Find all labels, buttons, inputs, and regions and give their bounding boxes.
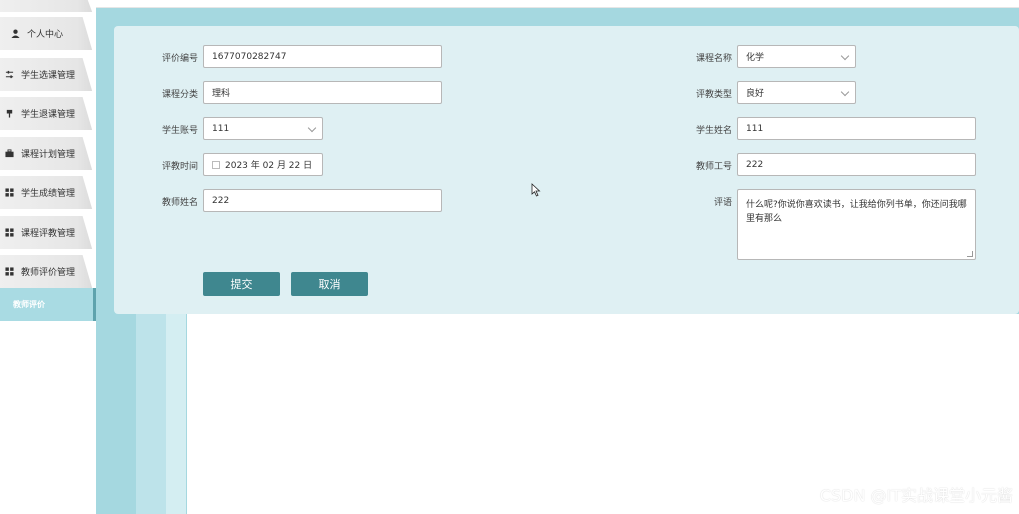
sidebar-item-label: 课程评教管理 [21,229,76,239]
course-name-select[interactable]: 化学 [737,45,856,68]
course-category-input[interactable]: 理科 [203,81,442,104]
sidebar-item-label: 个人中心 [27,30,64,40]
cancel-button[interactable]: 取消 [291,272,368,296]
watermark: CSDN @IT实战课堂小元酱 [819,486,1013,505]
grid-icon [4,188,14,198]
student-name-label: 学生姓名 [695,126,732,136]
calendar-icon [212,160,220,169]
comment-label: 评语 [713,198,732,208]
eval-type-label: 评教类型 [695,90,732,100]
sidebar-item-label: 课程计划管理 [21,150,76,160]
sliders-icon [4,70,14,80]
user-icon [10,29,20,39]
sidebar-item-label: 教师评价 [13,300,45,309]
sidebar-item-top[interactable] [0,0,93,12]
sidebar-item-label: 学生选课管理 [21,71,76,81]
student-account-label: 学生账号 [161,126,198,136]
sidebar-item-grades[interactable]: 学生成绩管理 [0,176,93,209]
grid-icon [4,228,14,238]
sidebar-item-label: 教师评价管理 [21,268,76,278]
teacher-name-label: 教师姓名 [161,198,198,208]
sidebar-item-course-drop[interactable]: 学生退课管理 [0,97,93,130]
eval-no-label: 评价编号 [161,54,198,64]
sidebar-item-teacher-eval-mgmt[interactable]: 教师评价管理 [0,255,93,288]
student-name-input[interactable]: 111 [737,117,976,140]
sidebar-item-course-eval[interactable]: 课程评教管理 [0,216,93,249]
sidebar-item-personal-center[interactable]: 个人中心 [0,17,93,50]
course-category-label: 课程分类 [161,90,198,100]
submit-button[interactable]: 提交 [203,272,280,296]
teacher-name-input[interactable]: 222 [203,189,442,212]
sidebar-item-label: 学生退课管理 [21,110,76,120]
comment-textarea[interactable]: 什么呢?你说你喜欢读书，让我给你列书单，你还问我哪里有那么 [737,189,976,260]
chevron-down-icon [307,123,317,133]
eval-time-label: 评教时间 [161,162,198,172]
mouse-cursor-icon [531,183,541,197]
student-account-value: 111 [212,123,230,134]
sidebar-item-teacher-eval[interactable]: 教师评价 [0,288,96,321]
eval-no-input[interactable]: 1677070282747 [203,45,442,68]
teacher-id-label: 教师工号 [695,162,732,172]
top-strip [96,0,1019,8]
sidebar: 个人中心 学生选课管理 学生退课管理 课程计划管理 学生成绩管理 课程评教管理 [0,0,96,514]
student-account-select[interactable]: 111 [203,117,323,140]
grid-icon [4,267,14,277]
chevron-down-icon [840,51,850,61]
course-name-label: 课程名称 [695,54,732,64]
chevron-down-icon [840,87,850,97]
sidebar-item-label: 学生成绩管理 [21,189,76,199]
pin-icon [4,109,14,119]
eval-type-select[interactable]: 良好 [737,81,856,104]
eval-time-picker[interactable]: 2023 年 02 月 22 日 [203,153,323,176]
course-name-value: 化学 [746,53,765,63]
sidebar-item-course-plan[interactable]: 课程计划管理 [0,137,93,170]
briefcase-icon [4,149,14,159]
comment-value: 什么呢?你说你喜欢读书，让我给你列书单，你还问我哪里有那么 [746,200,967,224]
teacher-id-input[interactable]: 222 [737,153,976,176]
resize-grip-icon[interactable] [967,251,973,257]
eval-type-value: 良好 [746,89,765,99]
eval-time-value: 2023 年 02 月 22 日 [225,161,313,171]
sidebar-item-course-selection[interactable]: 学生选课管理 [0,58,93,91]
decor-stripe [136,314,166,514]
decor-stripe [166,314,186,514]
